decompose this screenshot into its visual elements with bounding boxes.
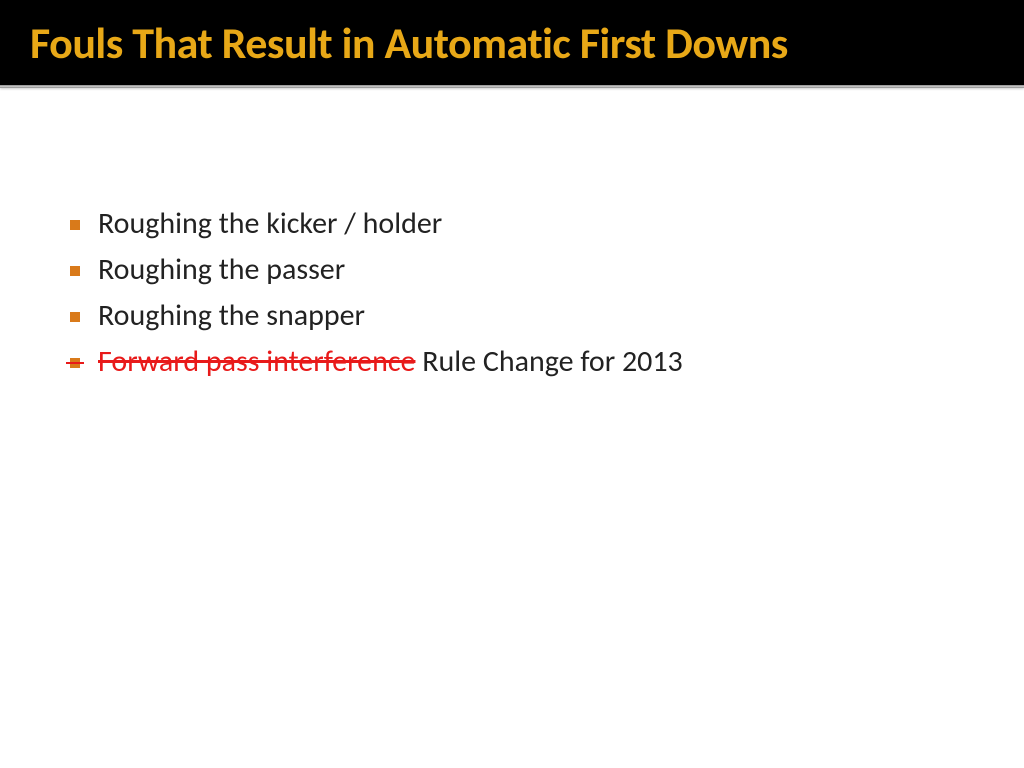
bullet-icon — [70, 358, 80, 368]
list-item: Roughing the passer — [70, 249, 954, 291]
list-item: Roughing the snapper — [70, 295, 954, 337]
bullet-list: Roughing the kicker / holder Roughing th… — [70, 203, 954, 383]
title-bar: Fouls That Result in Automatic First Dow… — [0, 0, 1024, 85]
list-item: Roughing the kicker / holder — [70, 203, 954, 245]
list-item-text-wrapper: Forward pass interference Rule Change fo… — [98, 341, 683, 383]
list-item-text: Roughing the snapper — [98, 295, 365, 337]
list-item-changed: Forward pass interference Rule Change fo… — [70, 341, 954, 383]
slide-body: Roughing the kicker / holder Roughing th… — [0, 88, 1024, 417]
struck-text: Forward pass interference — [98, 343, 415, 380]
bullet-icon — [70, 312, 80, 322]
list-item-text: Roughing the passer — [98, 249, 345, 291]
suffix-text: Rule Change for 2013 — [415, 343, 682, 380]
bullet-icon — [70, 220, 80, 230]
slide-title: Fouls That Result in Automatic First Dow… — [30, 18, 994, 69]
bullet-icon — [70, 266, 80, 276]
list-item-text: Roughing the kicker / holder — [98, 203, 442, 245]
